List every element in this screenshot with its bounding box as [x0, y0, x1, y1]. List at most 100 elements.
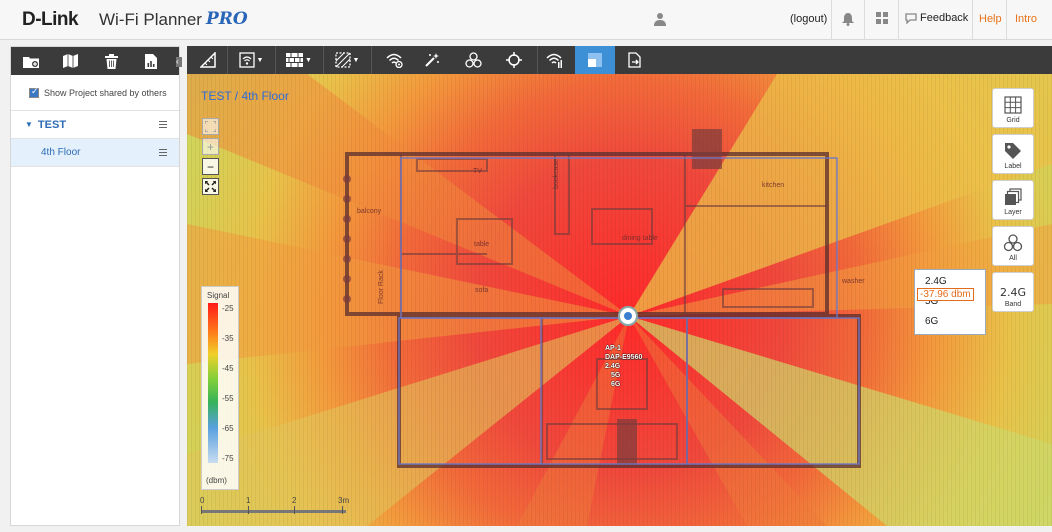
- feedback-button[interactable]: Feedback: [905, 12, 968, 24]
- fullscreen-button[interactable]: [202, 178, 219, 195]
- fullscreen-icon: [205, 181, 216, 192]
- legend-title: Signal: [207, 291, 230, 300]
- hamburger-menu-icon[interactable]: [159, 121, 167, 130]
- access-point-label: AP-1 DAP-E9560 2.4G 5G 6G: [605, 345, 643, 388]
- wifi-gear-icon: [385, 53, 403, 68]
- auto-plan-tool[interactable]: [417, 46, 447, 74]
- trash-icon: [104, 53, 118, 69]
- project-toolbar: [11, 47, 179, 75]
- all-label: All: [1009, 255, 1017, 262]
- hamburger-menu-icon[interactable]: [159, 149, 167, 158]
- layers-icon: [1005, 188, 1022, 205]
- comment-icon: [905, 12, 917, 24]
- toolbar-divider: [537, 46, 538, 74]
- caret-down-icon: ▼: [256, 56, 264, 64]
- folder-add-icon: [23, 56, 39, 68]
- show-shared-checkbox[interactable]: [29, 86, 39, 98]
- project-name: TEST: [37, 118, 67, 131]
- coverage-circles-icon: [1003, 234, 1023, 252]
- header-divider: [972, 0, 973, 40]
- band-option-2-4g[interactable]: 2.4G: [925, 276, 947, 287]
- room-label: table: [474, 241, 489, 248]
- zoom-in-button[interactable]: +: [202, 138, 219, 155]
- layer-toggle-button[interactable]: Layer: [992, 180, 1034, 220]
- header-divider: [1006, 0, 1007, 40]
- room-label: kitchen: [762, 182, 784, 189]
- room-label: Floor Rack: [378, 270, 385, 304]
- legend-tick: -25: [222, 304, 234, 313]
- new-floor-button[interactable]: [51, 47, 91, 75]
- band-option-6g[interactable]: 6G: [925, 316, 938, 327]
- export-tool[interactable]: [620, 46, 650, 74]
- intro-link[interactable]: Intro: [1015, 13, 1037, 25]
- wall-tool[interactable]: ▼: [280, 46, 318, 74]
- dlink-logo: D-Link: [22, 9, 79, 30]
- delete-button[interactable]: [91, 47, 131, 75]
- label-toggle-button[interactable]: Label: [992, 134, 1034, 174]
- room-label: washer: [841, 278, 865, 285]
- floor-item-4th-floor[interactable]: 4th Floor: [11, 139, 179, 167]
- wifi-signal-icon: [545, 53, 562, 68]
- fit-view-button[interactable]: [202, 118, 219, 135]
- bell-icon[interactable]: [842, 12, 854, 26]
- band-label: Band: [1004, 301, 1022, 308]
- heatmap-view-tool[interactable]: [575, 46, 615, 74]
- legend-tick: -45: [222, 364, 234, 373]
- room-label: sofa: [475, 287, 488, 294]
- toolbar-divider: [323, 46, 324, 74]
- signal-test-tool[interactable]: [539, 46, 569, 74]
- all-aps-button[interactable]: All: [992, 226, 1034, 266]
- document-export-icon: [628, 52, 641, 68]
- grid-icon: [1004, 96, 1022, 114]
- locate-tool[interactable]: [499, 46, 529, 74]
- main-toolbar: ▼ ▼ ▼: [187, 46, 1052, 74]
- coverage-circles-icon: [464, 52, 482, 68]
- top-header: D-Link Wi-Fi Planner PRO (logout) Feedba…: [0, 0, 1052, 40]
- scale-tick-label: 2: [292, 496, 297, 505]
- zoom-out-button[interactable]: −: [202, 158, 219, 175]
- caret-down-icon[interactable]: ▼: [25, 120, 33, 129]
- legend-unit: (dbm): [206, 476, 227, 485]
- area-tool[interactable]: ▼: [328, 46, 366, 74]
- room-label: TV: [473, 168, 482, 175]
- help-link[interactable]: Help: [979, 13, 1002, 25]
- scale-tick: [248, 506, 249, 514]
- legend-tick: -75: [222, 454, 234, 463]
- toolbar-divider: [275, 46, 276, 74]
- grid-toggle-button[interactable]: Grid: [992, 88, 1034, 128]
- scale-tick: [294, 506, 295, 514]
- header-divider: [864, 0, 865, 40]
- signal-legend: Signal -25 -35 -45 -55 -65 -75 (dbm): [201, 286, 239, 490]
- report-icon: [145, 53, 157, 69]
- project-panel: ‹ Show Project shared by others ▼ TEST 4…: [10, 46, 182, 526]
- project-item-test[interactable]: ▼ TEST: [11, 111, 179, 139]
- heatmap-canvas[interactable]: TV bookcase kitchen balcony table dining…: [187, 74, 1052, 526]
- wifi-settings-tool[interactable]: [379, 46, 409, 74]
- add-ap-tool[interactable]: ▼: [232, 46, 270, 74]
- band-button[interactable]: 2.4G Band: [992, 272, 1034, 312]
- band-select-popup: 2.4G 5G -37.96 dbm 6G: [914, 269, 986, 335]
- access-point-marker[interactable]: [618, 306, 638, 326]
- report-button[interactable]: [131, 47, 171, 75]
- ap-wifi-icon: [238, 52, 255, 68]
- pro-badge: PRO: [206, 9, 248, 29]
- collapse-panel-handle[interactable]: ‹: [176, 57, 182, 67]
- show-shared-toggle[interactable]: Show Project shared by others: [11, 75, 179, 111]
- logout-link[interactable]: (logout): [790, 13, 827, 25]
- user-icon[interactable]: [654, 12, 666, 26]
- scale-tick-label: 0: [200, 496, 205, 505]
- apps-grid-icon[interactable]: [876, 12, 888, 24]
- scale-tick-label: 1: [246, 496, 251, 505]
- feedback-label: Feedback: [920, 12, 969, 24]
- signal-value-tooltip: -37.96 dbm: [917, 288, 974, 301]
- main-workspace: ▼ ▼ ▼ TV bookcase kitchen balcony table …: [187, 46, 1052, 526]
- magic-wand-icon: [425, 53, 439, 67]
- measure-tool[interactable]: [193, 46, 223, 74]
- coverage-tool[interactable]: [458, 46, 488, 74]
- header-divider: [831, 0, 832, 40]
- scale-tick: [342, 506, 343, 514]
- fit-screen-icon: [205, 121, 216, 132]
- floor-name: 4th Floor: [41, 147, 81, 158]
- new-project-button[interactable]: [11, 47, 51, 75]
- header-divider: [898, 0, 899, 40]
